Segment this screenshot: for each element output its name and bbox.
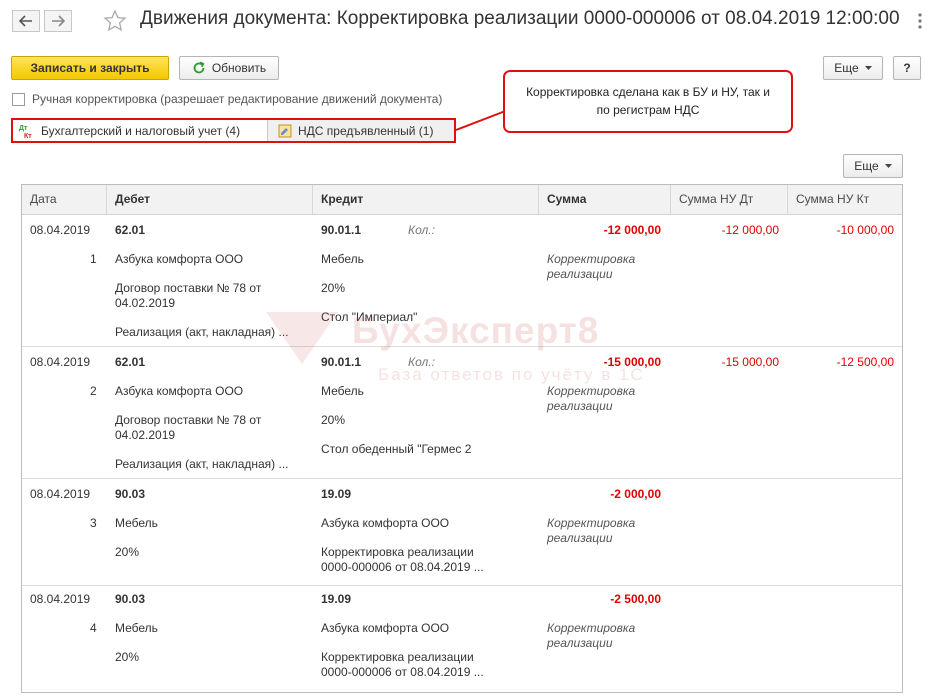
register-tabs: Дт Кт Бухгалтерский и налоговый учет (4)… (11, 118, 456, 143)
watermark-tagline: База ответов по учёту в 1С (378, 365, 645, 384)
cell-sum-comment: Корректировка реализации (547, 621, 636, 650)
column-header-credit[interactable]: Кредит (313, 185, 539, 214)
more-button[interactable]: Еще (823, 56, 883, 80)
cell-credit-subconto: Корректировка реализации 0000-000006 от … (321, 650, 484, 679)
table-row[interactable]: 08.04.2019 4 90.03 Мебель 20% 19.09 Азбу… (22, 585, 902, 692)
cell-sum-comment: Корректировка реализации (547, 252, 636, 281)
cell-debit-subconto: 20% (115, 650, 140, 664)
watermark-logo-icon (266, 312, 338, 364)
cell-sum-comment: Корректировка реализации (547, 516, 636, 545)
callout-line-2: по регистрам НДС (596, 103, 700, 117)
cell-date: 08.04.2019 (30, 592, 91, 606)
column-header-sum-nu-dt[interactable]: Сумма НУ Дт (671, 185, 788, 214)
manual-correction-label: Ручная корректировка (разрешает редактир… (32, 92, 443, 106)
cell-row-number: 1 (90, 252, 97, 266)
tab-vat-presented-label: НДС предъявленный (1) (298, 123, 434, 138)
cell-sum-nu-dt: -15 000,00 (721, 355, 779, 369)
window-title: Движения документа: Корректировка реализ… (140, 8, 900, 29)
tab-accounting[interactable]: Дт Кт Бухгалтерский и налоговый учет (4) (13, 120, 268, 141)
arrow-left-icon (19, 15, 32, 27)
cell-debit-account: 90.03 (115, 487, 146, 501)
cell-sum-nu-dt: -12 000,00 (721, 223, 779, 237)
cell-credit-subconto: Корректировка реализации 0000-000006 от … (321, 545, 484, 574)
cell-debit-subconto: Азбука комфорта ООО (115, 384, 244, 398)
cell-credit-account: 19.09 (321, 487, 352, 501)
cell-credit-subconto: Азбука комфорта ООО (321, 516, 450, 530)
dt-kt-icon: Дт Кт (19, 123, 35, 139)
cell-quantity-label: Кол.: (408, 223, 435, 237)
cell-row-number: 3 (90, 516, 97, 530)
cell-sum-comment: Корректировка реализации (547, 384, 636, 413)
cell-debit-subconto: Реализация (акт, накладная) ... (115, 457, 289, 471)
chevron-down-icon (864, 65, 872, 70)
cell-credit-subconto: Стол обеденный "Гермес 2 (321, 442, 472, 456)
save-and-close-button[interactable]: Записать и закрыть (11, 56, 169, 80)
column-header-date[interactable]: Дата (22, 185, 107, 214)
cell-credit-account: 19.09 (321, 592, 352, 606)
cell-date: 08.04.2019 (30, 487, 91, 501)
cell-debit-subconto: Договор поставки № 78 от 04.02.2019 (115, 281, 262, 310)
cell-credit-subconto: 20% (321, 281, 346, 295)
movements-grid: Дата Дебет Кредит Сумма Сумма НУ Дт Сумм… (21, 184, 903, 693)
column-header-sum-nu-kt[interactable]: Сумма НУ Кт (788, 185, 902, 214)
refresh-label: Обновить (211, 61, 267, 75)
cell-row-number: 2 (90, 384, 97, 398)
cell-debit-subconto: Азбука комфорта ООО (115, 252, 244, 266)
forward-button[interactable] (44, 10, 72, 32)
chevron-down-icon (884, 163, 892, 168)
svg-text:Кт: Кт (24, 133, 32, 139)
cell-credit-account: 90.01.1 (321, 223, 362, 237)
cell-debit-account: 62.01 (115, 223, 146, 237)
manual-correction-checkbox[interactable] (12, 93, 25, 106)
annotation-callout: Корректировка сделана как в БУ и НУ, так… (503, 70, 793, 133)
tab-vat-presented[interactable]: НДС предъявленный (1) (268, 120, 454, 141)
window-menu-icon[interactable] (911, 12, 929, 30)
help-button[interactable]: ? (893, 56, 921, 80)
tab-accounting-label: Бухгалтерский и налоговый учет (4) (41, 123, 241, 138)
cell-debit-subconto: Договор поставки № 78 от 04.02.2019 (115, 413, 262, 442)
cell-date: 08.04.2019 (30, 223, 91, 237)
refresh-icon (193, 61, 205, 74)
refresh-button[interactable]: Обновить (179, 56, 279, 80)
cell-credit-subconto: Мебель (321, 384, 364, 398)
cell-debit-subconto: Мебель (115, 621, 158, 635)
arrow-right-icon (52, 15, 65, 27)
cell-sum: -2 000,00 (610, 487, 661, 501)
cell-date: 08.04.2019 (30, 355, 91, 369)
cell-sum: -12 000,00 (603, 223, 661, 237)
cell-debit-account: 62.01 (115, 355, 146, 369)
grid-more-button[interactable]: Еще (843, 154, 903, 178)
cell-credit-subconto: 20% (321, 413, 346, 427)
cell-row-number: 4 (90, 621, 97, 635)
cell-sum-nu-kt: -12 500,00 (836, 355, 894, 369)
cell-debit-subconto: Мебель (115, 516, 158, 530)
column-header-debit[interactable]: Дебет (107, 185, 313, 214)
svg-text:Дт: Дт (19, 125, 28, 132)
cell-credit-subconto: Азбука комфорта ООО (321, 621, 450, 635)
grid-more-label: Еще (854, 159, 879, 173)
cell-debit-account: 90.03 (115, 592, 146, 606)
column-header-sum[interactable]: Сумма (539, 185, 671, 214)
grid-header: Дата Дебет Кредит Сумма Сумма НУ Дт Сумм… (22, 185, 902, 215)
vat-register-icon (278, 124, 292, 138)
favorite-star-icon[interactable] (103, 9, 127, 33)
more-label: Еще (834, 61, 859, 75)
cell-credit-subconto: Мебель (321, 252, 364, 266)
callout-line-1: Корректировка сделана как в БУ и НУ, так… (526, 85, 770, 99)
cell-debit-subconto: 20% (115, 545, 140, 559)
cell-sum: -2 500,00 (610, 592, 661, 606)
watermark-brand: БухЭксперт8 (352, 310, 600, 351)
cell-sum-nu-kt: -10 000,00 (836, 223, 894, 237)
table-row[interactable]: 08.04.2019 3 90.03 Мебель 20% 19.09 Азбу… (22, 478, 902, 586)
back-button[interactable] (12, 10, 40, 32)
